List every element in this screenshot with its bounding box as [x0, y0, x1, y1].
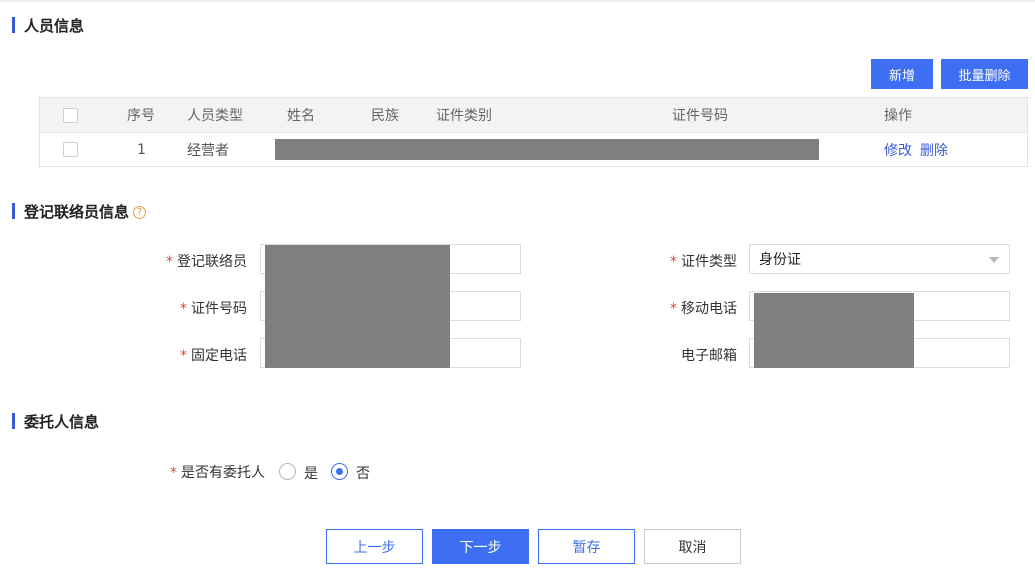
- header-person-type: 人员类型: [187, 108, 243, 124]
- section-bar: [12, 413, 15, 429]
- row-checkbox[interactable]: [63, 142, 78, 157]
- redacted-id-number: [265, 289, 450, 336]
- has-delegate-label: * 是否有委托人: [170, 465, 265, 481]
- delegate-no-radio[interactable]: [331, 463, 348, 480]
- header-name: 姓名: [287, 108, 315, 124]
- select-all-checkbox[interactable]: [63, 107, 78, 123]
- mobile-label: * 移动电话: [670, 301, 737, 317]
- redacted-landline: [265, 336, 450, 368]
- edit-link[interactable]: 修改: [884, 140, 912, 160]
- id-type-value: 身份证: [759, 252, 801, 268]
- id-type-select[interactable]: 身份证: [749, 244, 1010, 274]
- delegate-yes-radio[interactable]: [279, 463, 296, 480]
- delegate-no-label[interactable]: 否: [356, 463, 370, 483]
- id-type-label: * 证件类型: [670, 254, 737, 270]
- section-personnel: 人员信息: [12, 15, 84, 35]
- next-step-button[interactable]: 下一步: [432, 529, 529, 564]
- delete-link[interactable]: 删除: [920, 140, 948, 160]
- section-delegate: 委托人信息: [12, 411, 99, 431]
- redacted-mobile: [754, 293, 914, 337]
- header-ethnicity: 民族: [371, 108, 399, 124]
- required-mark: *: [166, 254, 173, 270]
- landline-label: * 固定电话: [180, 348, 247, 364]
- help-icon[interactable]: ?: [133, 206, 147, 219]
- header-id-number: 证件号码: [672, 108, 728, 124]
- section-contact: 登记联络员信息 ?: [12, 201, 147, 221]
- save-draft-button[interactable]: 暂存: [538, 529, 635, 564]
- id-number-label: * 证件号码: [180, 301, 247, 317]
- header-id-category: 证件类别: [436, 108, 492, 124]
- section-personnel-title: 人员信息: [24, 16, 85, 35]
- table-header: 序号 人员类型 姓名 民族 证件类别 证件号码 操作: [40, 98, 1027, 133]
- row-index: 1: [137, 141, 146, 158]
- personnel-table: 序号 人员类型 姓名 民族 证件类别 证件号码 操作 1 经营者 修改 删除: [39, 97, 1028, 167]
- prev-step-button[interactable]: 上一步: [326, 529, 423, 564]
- table-row: 1 经营者 修改 删除: [40, 133, 1027, 166]
- top-divider: [0, 0, 1035, 2]
- header-actions: 操作: [884, 108, 912, 124]
- redacted-email: [754, 337, 914, 368]
- add-button[interactable]: 新增: [871, 59, 933, 89]
- section-delegate-title: 委托人信息: [24, 412, 100, 431]
- section-contact-title: 登记联络员信息: [24, 202, 130, 221]
- contact-person-label: * 登记联络员: [166, 254, 247, 270]
- batch-delete-button[interactable]: 批量删除: [941, 59, 1028, 89]
- redacted-row-data: [275, 139, 819, 160]
- section-bar: [12, 203, 15, 219]
- cancel-button[interactable]: 取消: [644, 529, 741, 564]
- delegate-yes-label[interactable]: 是: [304, 463, 318, 483]
- header-index: 序号: [127, 108, 155, 124]
- chevron-down-icon: [989, 257, 999, 263]
- row-person-type: 经营者: [187, 142, 229, 159]
- section-bar: [12, 17, 15, 33]
- email-label: 电子邮箱: [681, 348, 737, 364]
- redacted-contact-person: [265, 245, 450, 289]
